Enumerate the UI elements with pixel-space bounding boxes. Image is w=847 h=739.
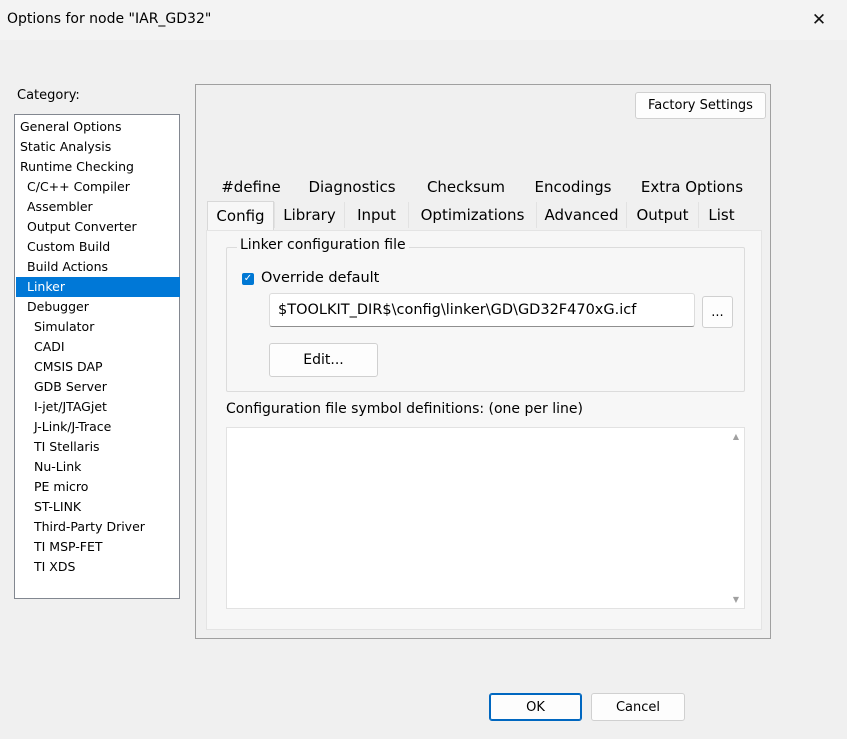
category-item-runtime-checking[interactable]: Runtime Checking [16, 157, 180, 177]
factory-settings-button[interactable]: Factory Settings [635, 92, 766, 119]
tab-extra-options[interactable]: Extra Options [626, 174, 758, 200]
tab-optimizations[interactable]: Optimizations [408, 202, 536, 228]
ok-button[interactable]: OK [489, 693, 582, 721]
override-default-checkbox[interactable]: ✓ [242, 273, 254, 285]
tab-list[interactable]: List [698, 202, 744, 228]
tab-config[interactable]: Config [207, 201, 274, 231]
tab-output[interactable]: Output [626, 202, 698, 228]
category-item-debugger[interactable]: Debugger [16, 297, 180, 317]
tab-advanced[interactable]: Advanced [536, 202, 626, 228]
category-item-gdb-server[interactable]: GDB Server [16, 377, 180, 397]
category-item-ti-stellaris[interactable]: TI Stellaris [16, 437, 180, 457]
tab-define[interactable]: #define [210, 174, 292, 200]
category-item-build-actions[interactable]: Build Actions [16, 257, 180, 277]
category-item-nu-link[interactable]: Nu-Link [16, 457, 180, 477]
category-item-simulator[interactable]: Simulator [16, 317, 180, 337]
category-item-ti-msp-fet[interactable]: TI MSP-FET [16, 537, 180, 557]
category-item-linker[interactable]: Linker [16, 277, 180, 297]
tab-checksum[interactable]: Checksum [412, 174, 520, 200]
scroll-up-icon[interactable]: ▲ [733, 432, 739, 441]
category-item-custom-build[interactable]: Custom Build [16, 237, 180, 257]
category-list[interactable]: General Options Static Analysis Runtime … [14, 114, 180, 599]
category-item-ti-xds[interactable]: TI XDS [16, 557, 180, 577]
checkmark-icon: ✓ [243, 273, 253, 284]
category-item-static-analysis[interactable]: Static Analysis [16, 137, 180, 157]
category-item-st-link[interactable]: ST-LINK [16, 497, 180, 517]
category-item-general-options[interactable]: General Options [16, 117, 180, 137]
edit-button[interactable]: Edit... [269, 343, 378, 377]
symbol-definitions-textarea[interactable]: ▲ ▼ [226, 427, 745, 609]
title-bar: Options for node "IAR_GD32" ✕ [0, 0, 847, 40]
category-item-pe-micro[interactable]: PE micro [16, 477, 180, 497]
category-item-j-link[interactable]: J-Link/J-Trace [16, 417, 180, 437]
category-item-assembler[interactable]: Assembler [16, 197, 180, 217]
tab-encodings[interactable]: Encodings [520, 174, 626, 200]
tab-library[interactable]: Library [274, 202, 344, 228]
config-tab-body: Linker configuration file ✓ Override def… [206, 230, 762, 630]
scroll-down-icon[interactable]: ▼ [733, 595, 739, 604]
category-label: Category: [17, 88, 80, 103]
tab-diagnostics[interactable]: Diagnostics [292, 174, 412, 200]
category-item-c-cpp-compiler[interactable]: C/C++ Compiler [16, 177, 180, 197]
symbol-definitions-scrollbar[interactable]: ▲ ▼ [728, 428, 744, 608]
category-item-cmsis-dap[interactable]: CMSIS DAP [16, 357, 180, 377]
linker-config-group-label: Linker configuration file [237, 237, 409, 253]
window-title: Options for node "IAR_GD32" [7, 11, 212, 27]
symbol-definitions-label: Configuration file symbol definitions: (… [226, 401, 583, 417]
category-item-cadi[interactable]: CADI [16, 337, 180, 357]
category-item-output-converter[interactable]: Output Converter [16, 217, 180, 237]
config-file-path-input[interactable]: $TOOLKIT_DIR$\config\linker\GD\GD32F470x… [269, 293, 695, 327]
browse-button[interactable]: ... [702, 296, 733, 328]
close-icon: ✕ [811, 10, 827, 30]
tab-input[interactable]: Input [344, 202, 408, 228]
override-default-label[interactable]: Override default [261, 270, 379, 286]
close-button[interactable]: ✕ [791, 0, 847, 40]
category-item-i-jet[interactable]: I-jet/JTAGjet [16, 397, 180, 417]
options-panel: Factory Settings #define Diagnostics Che… [195, 84, 771, 639]
cancel-button[interactable]: Cancel [591, 693, 685, 721]
category-item-third-party-driver[interactable]: Third-Party Driver [16, 517, 180, 537]
